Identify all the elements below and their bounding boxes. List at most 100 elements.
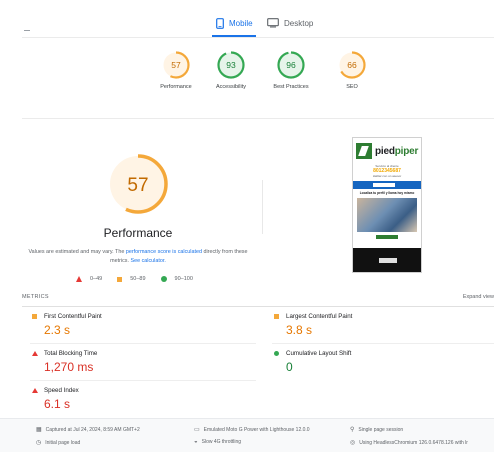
screenshot-header: piedpiper <box>353 138 421 164</box>
screenshot-photo <box>357 198 417 232</box>
red-triangle-icon <box>32 351 38 356</box>
green-circle-icon <box>160 276 167 282</box>
screenshot-dark-button <box>379 258 397 263</box>
metric-divider <box>272 343 494 344</box>
screenshot-search-bar <box>353 181 421 189</box>
captured-text: Captured at Jul 24, 2024, 8:59 AM GMT+2 <box>45 426 140 433</box>
metric-lcp: Largest Contentful Paint 3.8 s <box>272 313 492 351</box>
browser-icon: ◎ <box>350 440 356 446</box>
svg-text:57: 57 <box>127 175 148 196</box>
metrics-header: METRICS Expand view <box>22 292 494 306</box>
performance-title: Performance <box>103 226 173 240</box>
initial-load-info: ◷ Initial page load <box>36 439 81 447</box>
metric-cls-value: 0 <box>286 360 293 374</box>
metric-fcp: First Contentful Paint 2.3 s <box>30 313 250 351</box>
device-tabs: Mobile Desktop <box>0 0 494 38</box>
emulated-text: Emulated Moto G Power with Lighthouse 12… <box>203 426 310 433</box>
screenshot-tiny-text: Hablar con un asesor <box>372 174 402 178</box>
score-calculated-link[interactable]: performance score is calculated <box>126 249 202 255</box>
browser-text: Using HeadlessChromium 126.0.6478.126 wi… <box>359 439 468 446</box>
divider-dash <box>24 30 30 31</box>
captured-info: ▦ Captured at Jul 24, 2024, 8:59 AM GMT+… <box>36 426 140 434</box>
metrics-rule <box>22 306 494 307</box>
metric-si-value: 6.1 s <box>44 397 71 411</box>
metric-fcp-value: 2.3 s <box>44 323 71 337</box>
session-text: Single page session <box>358 426 404 433</box>
screenshot-dark-footer <box>353 248 421 272</box>
user-icon: ⚲ <box>350 427 355 433</box>
session-info: ⚲ Single page session <box>350 426 404 434</box>
gauge-accessibility-label: Accessibility <box>216 84 246 90</box>
tab-mobile-label: Mobile <box>229 18 253 28</box>
screenshot-headline: Localiza tu perfil y llama hoy mismo <box>359 191 415 195</box>
note-prefix: Values are estimated and may vary. The <box>28 249 126 255</box>
tab-desktop-label: Desktop <box>284 18 314 28</box>
summary-divider <box>22 118 494 119</box>
orange-square-icon <box>32 314 37 319</box>
score-legend: 0–49 50–89 90–100 <box>76 276 193 282</box>
metrics-title: METRICS <box>22 294 49 300</box>
legend-good: 90–100 <box>160 276 193 282</box>
emulated-info: ▭ Emulated Moto G Power with Lighthouse … <box>194 426 310 434</box>
svg-text:96: 96 <box>286 60 296 70</box>
timer-icon: ◷ <box>36 440 42 446</box>
brand-part-a: pied <box>375 145 395 157</box>
metric-tbt-name: Total Blocking Time <box>44 350 98 357</box>
metric-cls-name: Cumulative Layout Shift <box>286 350 352 357</box>
metric-tbt-value: 1,270 ms <box>44 360 94 374</box>
mobile-phone-icon <box>216 17 224 29</box>
svg-text:66: 66 <box>347 60 357 70</box>
browser-info: ◎ Using HeadlessChromium 126.0.6478.126 … <box>350 439 468 447</box>
throttling-info: ◒ Slow 4G throttling <box>194 439 241 445</box>
gauge-accessibility[interactable]: 93 Accessibility <box>201 50 261 90</box>
gauge-seo[interactable]: 66 SEO <box>322 50 382 90</box>
accessibility-gauge-ring: 93 <box>217 51 245 79</box>
score-summary: 57 Performance 93 Accessibility 96 Best … <box>0 50 494 100</box>
legend-average: 50–89 <box>117 276 146 282</box>
performance-gauge-ring: 57 <box>162 51 190 79</box>
screenshot-brand: piedpiper <box>375 146 418 157</box>
orange-square-icon <box>117 276 123 282</box>
gauge-seo-label: SEO <box>346 84 358 90</box>
throttling-text: Slow 4G throttling <box>201 439 242 445</box>
performance-score-gauge: 57 <box>108 154 168 214</box>
initial-load-text: Initial page load <box>45 439 81 446</box>
metric-lcp-value: 3.8 s <box>286 323 313 337</box>
desktop-monitor-icon <box>267 18 279 28</box>
device-icon: ▭ <box>194 427 200 433</box>
svg-text:93: 93 <box>226 60 236 70</box>
tab-desktop[interactable]: Desktop <box>267 12 313 34</box>
green-circle-icon <box>274 351 279 356</box>
tabs-divider <box>22 37 494 38</box>
piedpiper-logo-icon <box>356 143 372 159</box>
seo-gauge-ring: 66 <box>338 51 366 79</box>
wifi-icon: ◒ <box>194 439 198 445</box>
tab-mobile[interactable]: Mobile <box>216 12 253 34</box>
brand-part-b: piper <box>394 145 419 157</box>
screenshot-button <box>376 235 398 239</box>
legend-poor: 0–49 <box>76 276 102 282</box>
metric-fcp-name: First Contentful Paint <box>44 313 102 320</box>
gauge-performance[interactable]: 57 Performance <box>146 50 206 90</box>
metric-si-name: Speed Index <box>44 387 79 394</box>
gauge-best-practices-label: Best Practices <box>273 84 309 90</box>
see-calculator-link[interactable]: See calculator. <box>131 258 166 264</box>
legend-poor-label: 0–49 <box>90 276 103 282</box>
svg-text:57: 57 <box>171 60 181 70</box>
screenshot-search-input <box>373 183 395 187</box>
metric-divider <box>30 343 256 344</box>
best-practices-gauge-ring: 96 <box>277 51 305 79</box>
orange-square-icon <box>274 314 279 319</box>
metric-lcp-name: Largest Contentful Paint <box>286 313 353 320</box>
metric-divider <box>30 380 256 381</box>
gauge-best-practices[interactable]: 96 Best Practices <box>261 50 321 90</box>
run-info-footer: ▦ Captured at Jul 24, 2024, 8:59 AM GMT+… <box>0 418 494 452</box>
metric-cls: Cumulative Layout Shift 0 <box>272 350 492 388</box>
expand-view-toggle[interactable]: Expand view <box>463 294 494 300</box>
red-triangle-icon <box>76 276 82 282</box>
calendar-icon: ▦ <box>36 427 42 433</box>
legend-average-label: 50–89 <box>130 276 146 282</box>
performance-note: Values are estimated and may vary. The p… <box>28 248 248 265</box>
page-screenshot[interactable]: piedpiper Servicio al cliente 8012345687… <box>352 137 422 273</box>
vertical-divider <box>262 180 263 234</box>
